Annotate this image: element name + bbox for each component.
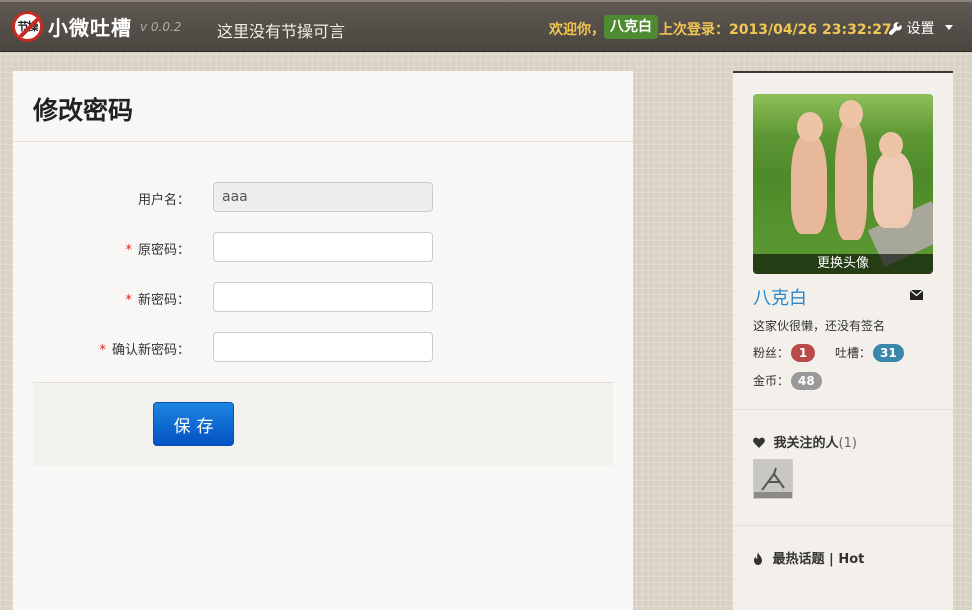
caret-down-icon bbox=[944, 25, 953, 30]
last-login-text: 上次登录：2013/04/26 23:32:27 bbox=[659, 22, 892, 38]
required-mark: * bbox=[125, 293, 132, 308]
profile-username-link[interactable]: 八克白 bbox=[753, 284, 807, 310]
page-title: 修改密码 bbox=[33, 96, 134, 125]
confirm-password-label: * 确认新密码： bbox=[99, 343, 190, 358]
nav-username-badge[interactable]: 八克白 bbox=[604, 15, 658, 39]
username-field[interactable] bbox=[213, 182, 433, 212]
top-navbar: 节操 小微吐槽 v 0.0.2 这里没有节操可言 欢迎你， 八克白 上次登录：2… bbox=[0, 0, 972, 52]
form-actions: 保存 bbox=[33, 382, 613, 466]
sidebar-divider bbox=[733, 525, 953, 526]
form-row-new-password: * 新密码： bbox=[13, 282, 633, 312]
avatar[interactable]: 更换头像 bbox=[753, 94, 933, 274]
brand-version: v 0.0.2 bbox=[140, 20, 182, 34]
form-row-username: 用户名： bbox=[13, 182, 633, 212]
form-row-old-password: * 原密码： bbox=[13, 232, 633, 262]
brand-name[interactable]: 小微吐槽 bbox=[48, 12, 132, 41]
new-password-field[interactable] bbox=[213, 282, 433, 312]
confirm-password-field[interactable] bbox=[213, 332, 433, 362]
main-panel: 修改密码 用户名： *原密码： *新密码： *确认新密码： 保存 bbox=[13, 71, 633, 610]
welcome-text: 欢迎你， bbox=[549, 22, 605, 38]
following-count: (1) bbox=[838, 436, 857, 451]
coins-stat: 金币： 48 bbox=[753, 372, 822, 390]
heart-icon bbox=[753, 437, 765, 448]
following-title: 我关注的人(1) bbox=[753, 432, 857, 451]
old-password-field[interactable] bbox=[213, 232, 433, 262]
change-avatar-link[interactable]: 更换头像 bbox=[753, 254, 933, 274]
save-button[interactable]: 保存 bbox=[153, 402, 234, 446]
posts-stat[interactable]: 吐槽： 31 bbox=[835, 344, 904, 362]
envelope-icon[interactable] bbox=[910, 290, 923, 300]
profile-sidebar: 更换头像 八克白 这家伙很懒，还没有签名 粉丝： 1 吐槽： 31 金币： 48 我关… bbox=[733, 71, 953, 610]
site-tagline: 这里没有节操可言 bbox=[217, 22, 346, 41]
posts-badge: 31 bbox=[873, 344, 904, 362]
fans-badge: 1 bbox=[791, 344, 816, 362]
required-mark: * bbox=[125, 243, 132, 258]
required-mark: * bbox=[99, 343, 106, 358]
settings-dropdown[interactable]: 设置 bbox=[889, 18, 953, 38]
hot-topics-title: 最热话题 | Hot bbox=[753, 548, 864, 567]
coins-badge: 48 bbox=[791, 372, 822, 390]
wrench-icon bbox=[889, 22, 902, 35]
old-password-label: * 原密码： bbox=[125, 243, 190, 258]
main-header: 修改密码 bbox=[13, 71, 633, 142]
logo-icon[interactable]: 节操 bbox=[12, 11, 43, 42]
form-row-confirm-password: * 确认新密码： bbox=[13, 332, 633, 362]
new-password-label: * 新密码： bbox=[125, 293, 190, 308]
fire-icon bbox=[754, 552, 762, 565]
settings-label: 设置 bbox=[906, 21, 935, 37]
username-label: 用户名： bbox=[137, 193, 190, 208]
profile-signature: 这家伙很懒，还没有签名 bbox=[753, 319, 886, 333]
fans-stat[interactable]: 粉丝： 1 bbox=[753, 344, 816, 362]
followed-user-avatar[interactable] bbox=[753, 459, 793, 499]
sidebar-divider bbox=[733, 409, 953, 410]
